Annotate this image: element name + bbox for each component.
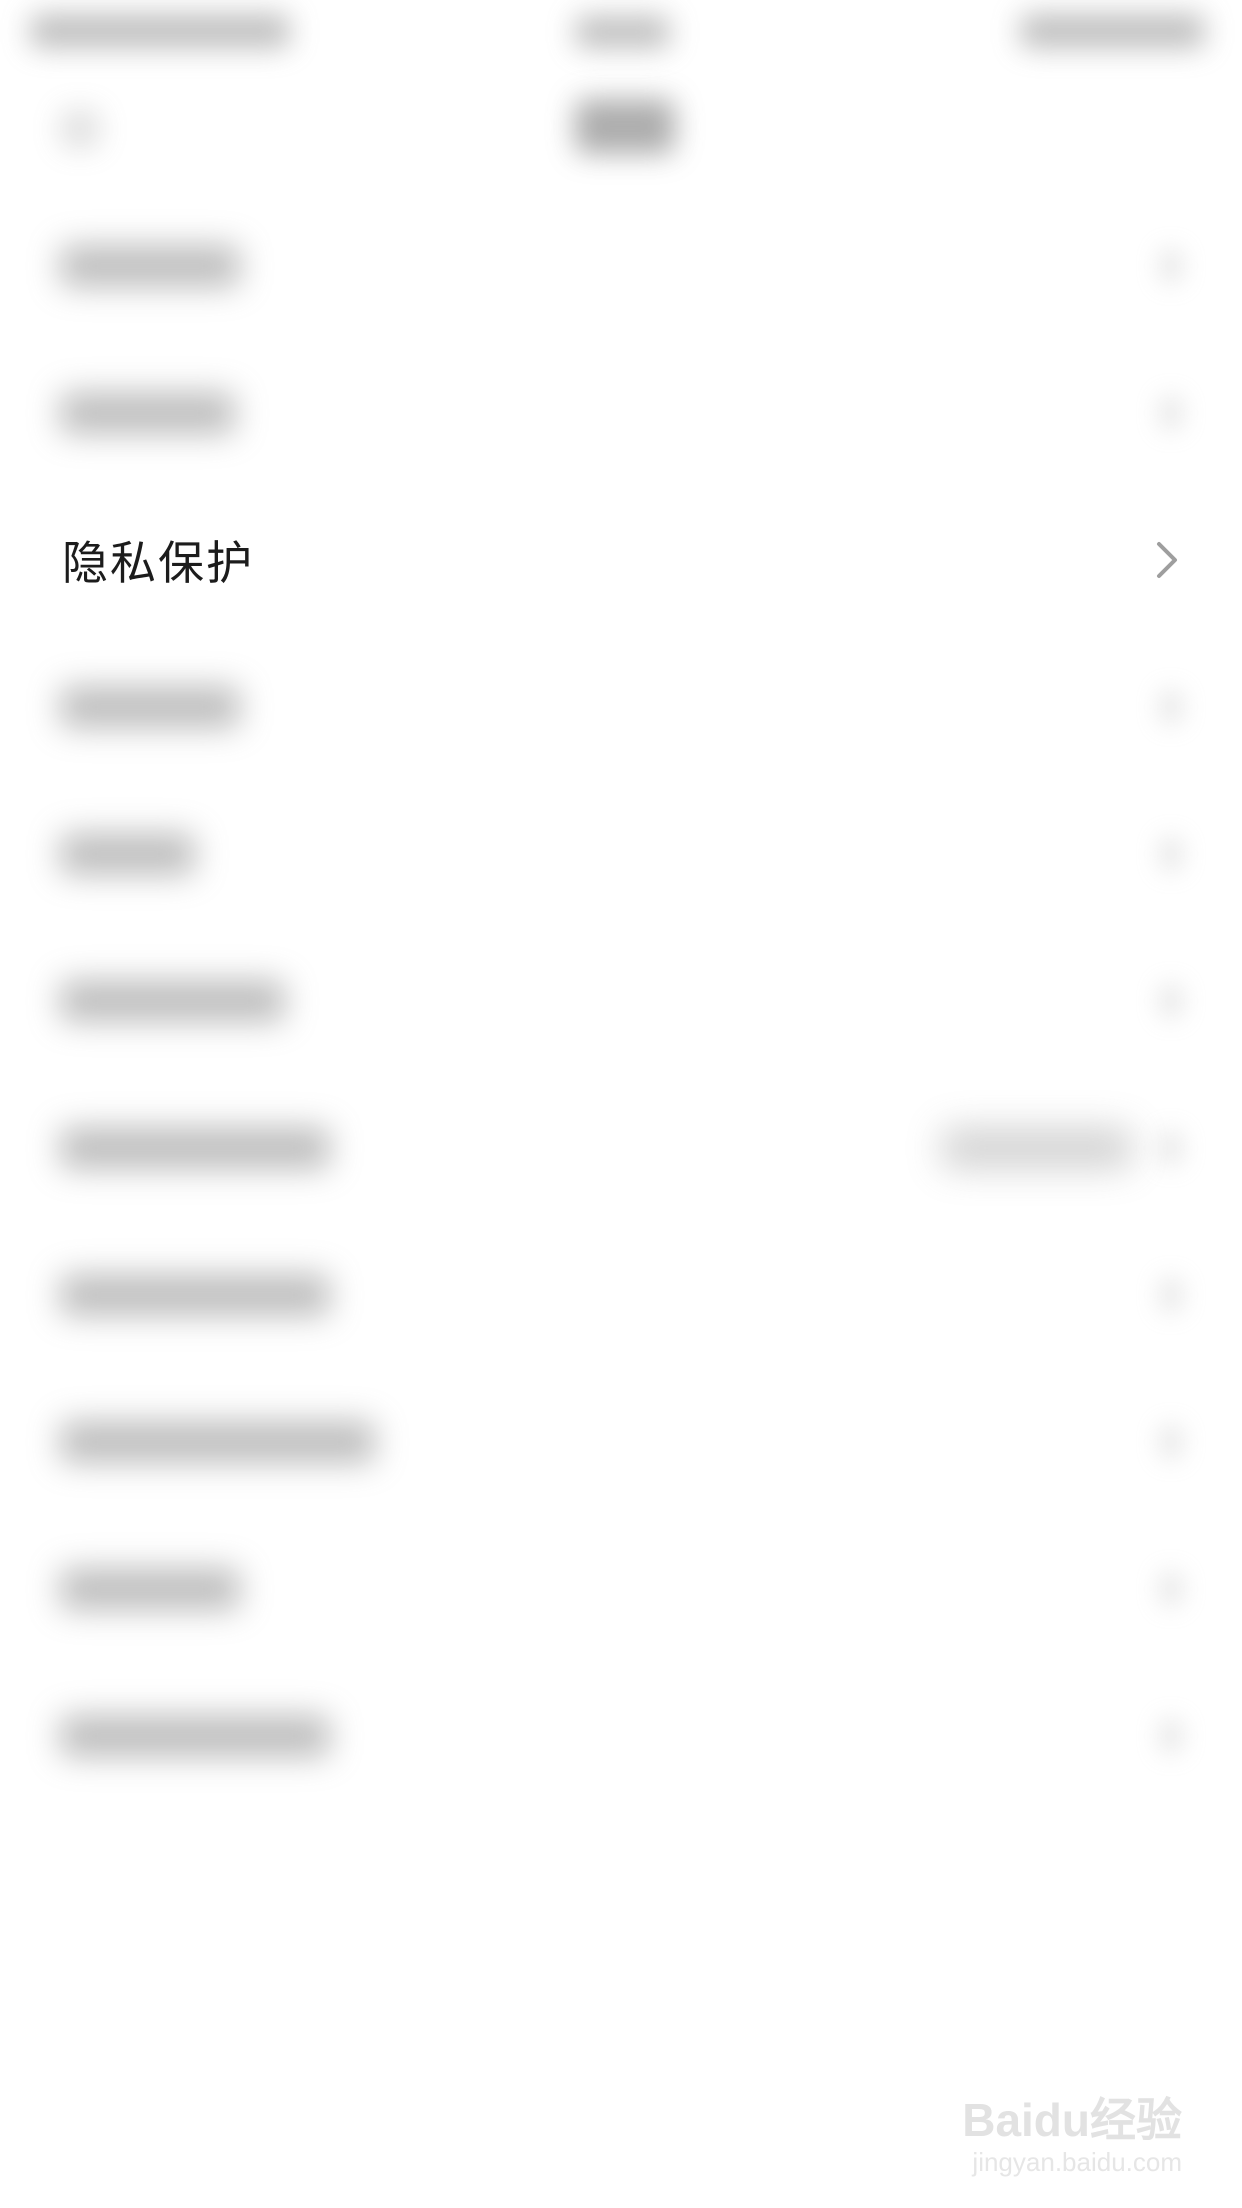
chevron-right-icon [1160, 1277, 1182, 1312]
chevron-right-icon [1160, 689, 1182, 724]
chevron-right-icon [1157, 541, 1177, 578]
baidu-jingyan-watermark: Baidu经验 jingyan.baidu.com [952, 2064, 1182, 2184]
settings-row-value [942, 1127, 1132, 1168]
settings-row-label [60, 244, 240, 287]
status-carrier-blur [30, 14, 290, 48]
settings-row[interactable] [0, 633, 1242, 780]
settings-row-label [60, 1273, 330, 1316]
settings-row-label [60, 685, 240, 728]
privacy-protection-label: 隐私保护 [62, 535, 254, 590]
page-title [575, 99, 675, 154]
settings-row-label [60, 1420, 375, 1463]
chevron-right-icon [1160, 395, 1182, 430]
chevron-right-icon [1160, 1424, 1182, 1459]
chevron-right-icon [1160, 836, 1182, 871]
settings-row-label [60, 1714, 330, 1757]
settings-row[interactable] [0, 1515, 1242, 1662]
settings-row[interactable] [0, 1368, 1242, 1515]
settings-row-privacy[interactable]: 隐私保护 [0, 486, 1242, 633]
status-bar [0, 0, 1242, 64]
chevron-right-icon [1160, 248, 1182, 283]
settings-row-label [60, 391, 235, 434]
settings-row[interactable] [0, 192, 1242, 339]
settings-row[interactable] [0, 1221, 1242, 1368]
back-button[interactable] [60, 109, 100, 149]
nav-bar [0, 64, 1242, 194]
status-time-blur [575, 16, 670, 48]
settings-row-label [60, 979, 285, 1022]
status-battery-blur [1020, 14, 1205, 48]
settings-row[interactable] [0, 927, 1242, 1074]
settings-row[interactable] [0, 780, 1242, 927]
chevron-right-icon [1160, 1130, 1182, 1165]
chevron-right-icon [1160, 1571, 1182, 1606]
settings-row-label [60, 1567, 240, 1610]
settings-row[interactable] [0, 339, 1242, 486]
settings-row-label [60, 832, 195, 875]
settings-list: 隐私保护 [0, 192, 1242, 1809]
watermark-logo: Baidu经验 [962, 2094, 1182, 2146]
settings-row[interactable] [0, 1662, 1242, 1809]
chevron-right-icon [1160, 1718, 1182, 1753]
chevron-right-icon [1160, 983, 1182, 1018]
watermark-url: jingyan.baidu.com [972, 2147, 1182, 2177]
settings-row-label [60, 1126, 330, 1169]
settings-row[interactable] [0, 1074, 1242, 1221]
